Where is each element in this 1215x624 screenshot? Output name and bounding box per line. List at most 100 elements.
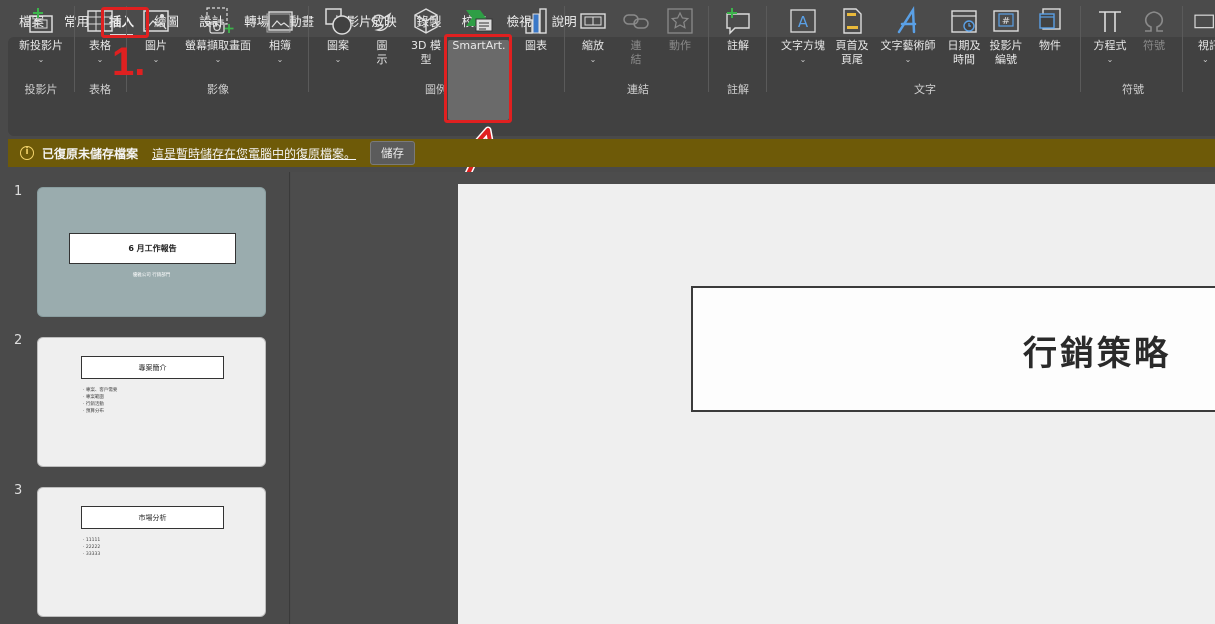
thumb-bullet: · 專案、客戶需要 — [83, 388, 118, 393]
group-label-comments: 註解 — [727, 83, 749, 96]
datetime-label: 日期及時間 — [947, 39, 981, 66]
new-slide-label: 新投影片 — [19, 39, 63, 52]
recovery-link[interactable]: 這是暫時儲存在您電腦中的復原檔案。 — [152, 145, 356, 162]
textbox-icon: A — [776, 6, 830, 36]
save-button[interactable]: 儲存 — [370, 141, 416, 165]
chevron-down-icon: ⌄ — [1202, 55, 1209, 64]
calendar-icon — [944, 6, 984, 36]
info-icon: i — [20, 146, 34, 160]
slide-number: 2 — [14, 333, 23, 348]
zoom-label: 縮放 — [582, 39, 604, 52]
group-divider — [1182, 6, 1183, 92]
group-divider — [564, 6, 565, 92]
zoom-button[interactable]: 縮放 ⌄ — [574, 6, 612, 67]
thumb-bullet: · 預算分布 — [83, 409, 104, 414]
header-footer-icon — [832, 6, 872, 36]
group-divider — [766, 6, 767, 92]
chevron-down-icon: ⌄ — [276, 55, 284, 64]
powerpoint-window: 檔案 常用 插入 繪圖 設計 轉場 動畫 投影片放映 錄製 校閱 檢視 說明 新… — [0, 0, 1215, 624]
chevron-down-icon: ⌄ — [799, 55, 807, 64]
link-button[interactable]: 連結 — [620, 6, 652, 67]
thumb-bullet: · 專案範圍 — [83, 395, 104, 400]
smartart-label: SmartArt. — [452, 39, 506, 52]
slide-number-icon: # — [986, 6, 1026, 36]
star-icon — [662, 6, 698, 36]
chevron-down-icon: ⌄ — [334, 55, 342, 64]
group-label-illustrations: 圖例 — [425, 83, 447, 96]
object-label: 物件 — [1039, 39, 1061, 52]
thumb-bullet: · 行銷活動 — [83, 402, 104, 407]
video-button[interactable]: 視訊 ⌄ — [1190, 6, 1215, 67]
new-slide-button[interactable]: 新投影片 ⌄ — [16, 6, 66, 67]
3d-models-label: 3D 模型 — [411, 39, 441, 66]
slide-thumbnail-3[interactable]: 市場分析 · 11111 · 22222 · 33333 — [37, 487, 266, 617]
shapes-button[interactable]: 圖案 ⌄ — [320, 6, 356, 67]
screenshot-button[interactable]: 螢幕擷取畫面 ⌄ — [180, 6, 256, 67]
link-icon — [620, 6, 652, 36]
title-placeholder[interactable]: 行銷策略 — [691, 286, 1215, 412]
datetime-button[interactable]: 日期及時間 — [944, 6, 984, 67]
video-icon — [1190, 6, 1215, 36]
comment-button[interactable]: 註解 — [718, 6, 758, 53]
new-slide-icon — [16, 6, 66, 36]
wordart-button[interactable]: 文字藝術師 ⌄ — [876, 6, 940, 67]
equation-label: 方程式 — [1093, 39, 1127, 52]
video-label: 視訊 — [1198, 39, 1215, 52]
link-label: 連結 — [630, 39, 642, 66]
chart-button[interactable]: 圖表 — [516, 6, 556, 53]
svg-text:A: A — [798, 13, 809, 31]
equation-button[interactable]: 方程式 ⌄ — [1088, 6, 1132, 67]
icons-label: 圖示 — [376, 39, 388, 66]
cube-icon — [406, 6, 446, 36]
screenshot-label: 螢幕擷取畫面 — [185, 39, 251, 52]
group-label-slides: 投影片 — [24, 83, 58, 96]
slide-title[interactable]: 行銷策略 — [1023, 326, 1171, 375]
svg-text:#: # — [1002, 16, 1010, 27]
group-divider — [74, 6, 75, 92]
recovery-message: 已復原未儲存檔案 — [42, 146, 139, 161]
chevron-down-icon: ⌄ — [37, 55, 45, 64]
group-label-links: 連結 — [627, 83, 649, 96]
recovery-notification-bar: i 已復原未儲存檔案 這是暫時儲存在您電腦中的復原檔案。 儲存 — [8, 139, 1215, 167]
action-label: 動作 — [669, 39, 691, 52]
icons-button[interactable]: 圖示 — [366, 6, 398, 67]
current-slide[interactable]: 行銷策略 — [458, 184, 1215, 624]
shapes-label: 圖案 — [327, 39, 349, 52]
comment-icon — [718, 6, 758, 36]
thumb-bullet: · 22222 — [83, 545, 101, 550]
slide-thumbnail-2[interactable]: 專案簡介 · 專案、客戶需要 · 專案範圍 · 行銷活動 · 預算分布 — [37, 337, 266, 467]
step-number-annotation: 1. — [112, 40, 146, 84]
slide-thumbnail-1[interactable]: 6 月工作報告 優雅公司 行銷部門 — [37, 187, 266, 317]
thumb-bullets: · 專案、客戶需要 · 專案範圍 · 行銷活動 · 預算分布 — [83, 387, 117, 415]
group-label-images: 影像 — [207, 83, 229, 96]
photo-album-button[interactable]: 相簿 ⌄ — [262, 6, 298, 67]
object-button[interactable]: 物件 — [1030, 6, 1070, 53]
pi-icon — [1088, 6, 1132, 36]
bar-chart-icon — [516, 6, 556, 36]
group-label-text: 文字 — [914, 83, 936, 96]
group-label-symbols: 符號 — [1122, 83, 1144, 96]
chevron-down-icon: ⌄ — [589, 55, 597, 64]
smartart-button[interactable]: SmartArt. — [449, 6, 509, 53]
object-icon — [1030, 6, 1070, 36]
slide-number: 1 — [14, 184, 23, 199]
textbox-label: 文字方塊 — [781, 39, 825, 52]
header-footer-label: 頁首及頁尾 — [835, 39, 869, 66]
thumb-bullet: · 33333 — [83, 552, 101, 557]
omega-icon — [1134, 6, 1174, 36]
action-button[interactable]: 動作 — [662, 6, 698, 53]
table-icon — [80, 6, 120, 36]
header-footer-button[interactable]: 頁首及頁尾 — [832, 6, 872, 67]
slide-number-button[interactable]: # 投影片編號 — [986, 6, 1026, 67]
thumb-title: 專案簡介 — [81, 356, 224, 379]
3d-models-button[interactable]: 3D 模型 — [406, 6, 446, 67]
slide-thumbnail-pane: 1 6 月工作報告 優雅公司 行銷部門 2 專案簡介 · 專案、客戶需要 · 專… — [0, 172, 290, 624]
thumb-bullet: · 11111 — [83, 538, 101, 543]
wordart-icon — [876, 6, 940, 36]
textbox-button[interactable]: A 文字方塊 ⌄ — [776, 6, 830, 67]
bird-icon — [366, 6, 398, 36]
zoom-icon — [574, 6, 612, 36]
symbol-button[interactable]: 符號 — [1134, 6, 1174, 53]
thumb-title: 市場分析 — [81, 506, 224, 529]
screenshot-icon — [180, 6, 256, 36]
